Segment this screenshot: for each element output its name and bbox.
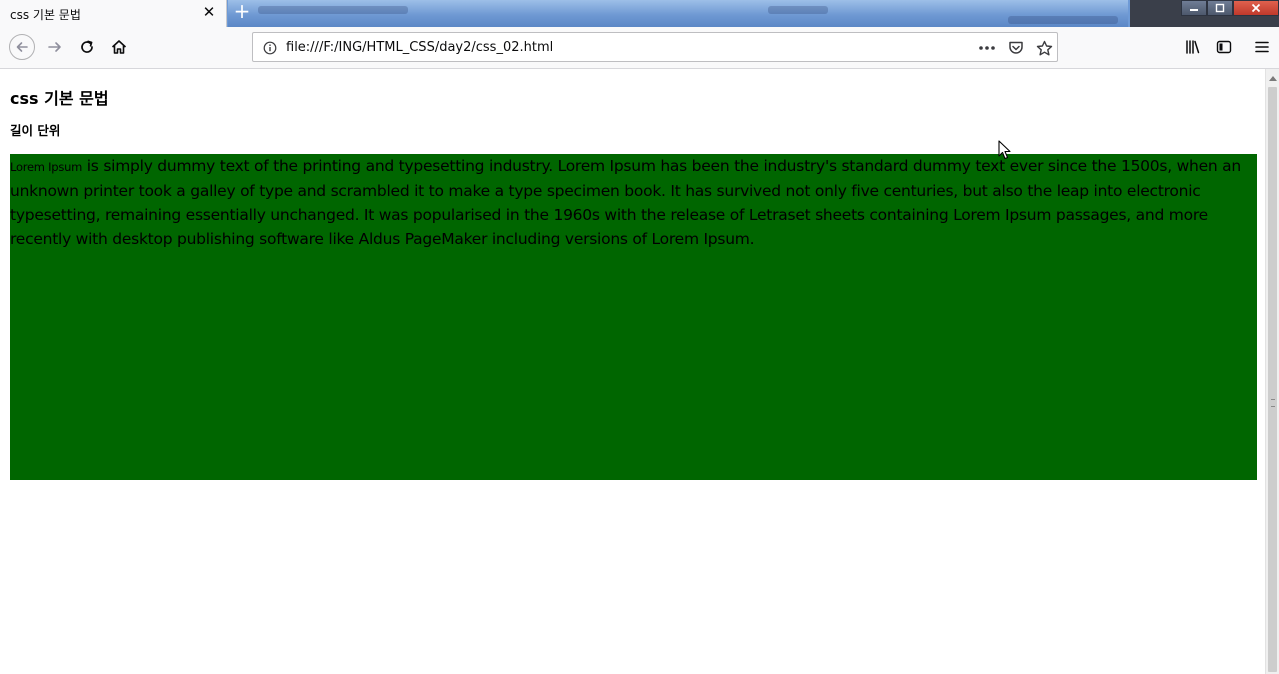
new-tab-icon[interactable]: + <box>231 1 253 23</box>
scrollbar-grip <box>1271 399 1275 407</box>
background-window-blur <box>228 0 1128 27</box>
lorem-small-text: Lorem Ipsum <box>10 160 83 174</box>
more-icon[interactable] <box>977 38 997 58</box>
back-button[interactable] <box>7 32 37 62</box>
library-button[interactable] <box>1178 32 1208 62</box>
window-controls <box>1181 0 1279 16</box>
window-close-icon[interactable] <box>1233 0 1279 16</box>
navigation-toolbar: file:///F:/ING/HTML_CSS/day2/css_02.html <box>0 27 1279 69</box>
reload-icon <box>81 40 93 53</box>
library-icon <box>1186 40 1200 54</box>
page-content: css 기본 문법 길이 단위 Lorem Ipsum is simply du… <box>0 69 1265 674</box>
scrollbar-thumb[interactable] <box>1268 87 1277 672</box>
home-button[interactable] <box>104 32 134 62</box>
hamburger-menu-icon <box>1255 41 1269 53</box>
green-text-box: Lorem Ipsum is simply dummy text of the … <box>10 154 1257 480</box>
minimize-icon[interactable] <box>1181 0 1207 16</box>
mouse-cursor-icon <box>998 140 1011 160</box>
pocket-icon[interactable] <box>1006 38 1026 58</box>
lorem-paragraph: Lorem Ipsum is simply dummy text of the … <box>10 154 1257 251</box>
url-text[interactable]: file:///F:/ING/HTML_CSS/day2/css_02.html <box>286 40 553 55</box>
info-icon[interactable] <box>260 38 280 58</box>
tab-strip: css 기본 문법 ✕ + <box>0 0 1279 27</box>
page-subheading: 길이 단위 <box>10 123 61 138</box>
back-arrow-icon <box>9 34 35 60</box>
sidebar-icon <box>1216 40 1232 54</box>
scroll-up-icon[interactable] <box>1266 69 1279 86</box>
home-icon <box>111 40 127 54</box>
tab-close-icon[interactable]: ✕ <box>200 3 218 21</box>
forward-arrow-icon <box>48 42 61 52</box>
reload-button[interactable] <box>72 32 102 62</box>
maximize-icon[interactable] <box>1207 0 1233 16</box>
tab-active[interactable]: css 기본 문법 ✕ <box>0 0 227 27</box>
vertical-scrollbar[interactable] <box>1265 69 1279 674</box>
menu-button[interactable] <box>1247 32 1277 62</box>
star-icon[interactable] <box>1034 38 1054 58</box>
page-heading: css 기본 문법 <box>10 89 109 108</box>
lorem-text: is simply dummy text of the printing and… <box>10 157 1241 248</box>
url-bar[interactable]: file:///F:/ING/HTML_CSS/day2/css_02.html <box>252 32 1058 62</box>
tab-title: css 기본 문법 <box>10 8 81 22</box>
sidebar-button[interactable] <box>1209 32 1239 62</box>
forward-button[interactable] <box>40 32 70 62</box>
